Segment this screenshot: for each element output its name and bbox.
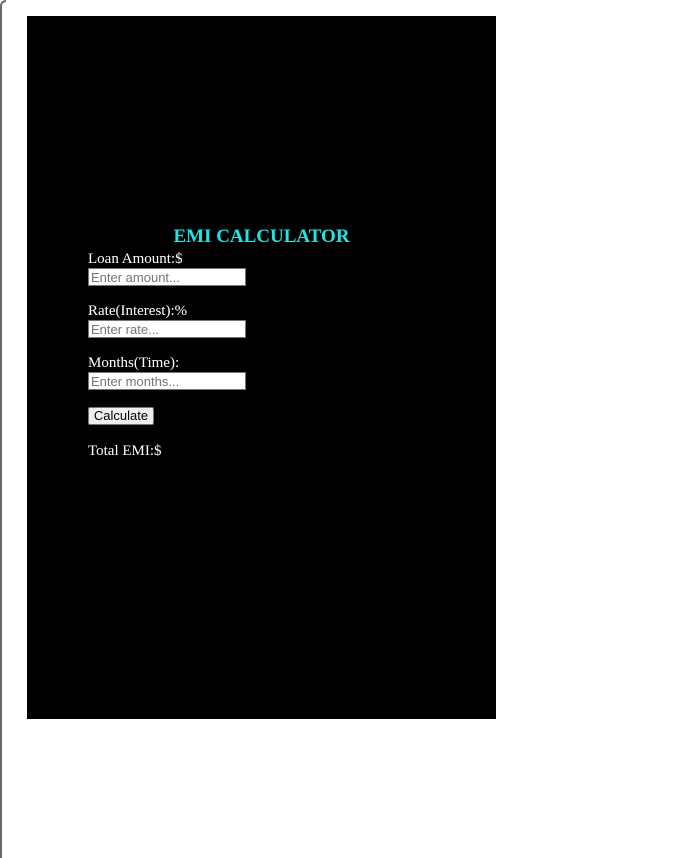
rate-input[interactable]	[88, 320, 246, 338]
total-emi-label: Total EMI:$	[88, 443, 162, 459]
loan-amount-input[interactable]	[88, 268, 246, 286]
page-title: EMI CALCULATOR	[173, 226, 350, 247]
loan-amount-label: Loan Amount:$	[88, 251, 183, 267]
rate-label: Rate(Interest):%	[88, 303, 188, 319]
months-input[interactable]	[88, 372, 246, 390]
total-emi-row: Total EMI:$	[88, 442, 162, 460]
calculate-button[interactable]: Calculate	[88, 407, 154, 425]
emi-calculator-panel: EMI CALCULATOR Loan Amount:$ Rate(Intere…	[27, 16, 496, 719]
months-label: Months(Time):	[88, 355, 180, 371]
window-frame-edge	[0, 0, 6, 858]
